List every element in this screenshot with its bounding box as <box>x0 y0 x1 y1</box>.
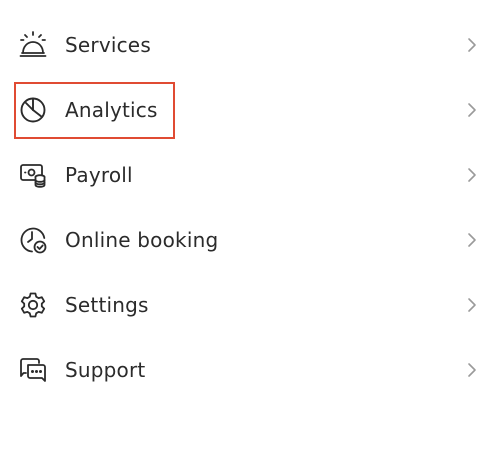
menu-item-settings[interactable]: Settings <box>0 272 496 337</box>
payroll-icon <box>18 160 48 190</box>
menu-item-label: Payroll <box>65 162 133 187</box>
menu-item-analytics[interactable]: Analytics <box>0 77 496 142</box>
chat-bubbles-icon <box>18 355 48 385</box>
menu-item-payroll[interactable]: Payroll <box>0 142 496 207</box>
menu-item-label: Online booking <box>65 227 219 252</box>
chevron-right-icon <box>465 166 479 184</box>
chevron-right-icon <box>465 296 479 314</box>
menu-item-label: Services <box>65 32 151 57</box>
gear-icon <box>18 290 48 320</box>
menu-item-online-booking[interactable]: Online booking <box>0 207 496 272</box>
chevron-right-icon <box>465 361 479 379</box>
menu-item-label: Support <box>65 357 146 382</box>
menu-item-label: Analytics <box>65 97 158 122</box>
chevron-right-icon <box>465 36 479 54</box>
menu-item-support[interactable]: Support <box>0 337 496 402</box>
service-bell-icon <box>18 30 48 60</box>
chevron-right-icon <box>465 101 479 119</box>
clock-check-icon <box>18 225 48 255</box>
pie-chart-icon <box>18 95 48 125</box>
menu-item-services[interactable]: Services <box>0 12 496 77</box>
settings-menu: Services Analytics Payroll Online bookin… <box>0 12 496 402</box>
chevron-right-icon <box>465 231 479 249</box>
menu-item-label: Settings <box>65 292 149 317</box>
